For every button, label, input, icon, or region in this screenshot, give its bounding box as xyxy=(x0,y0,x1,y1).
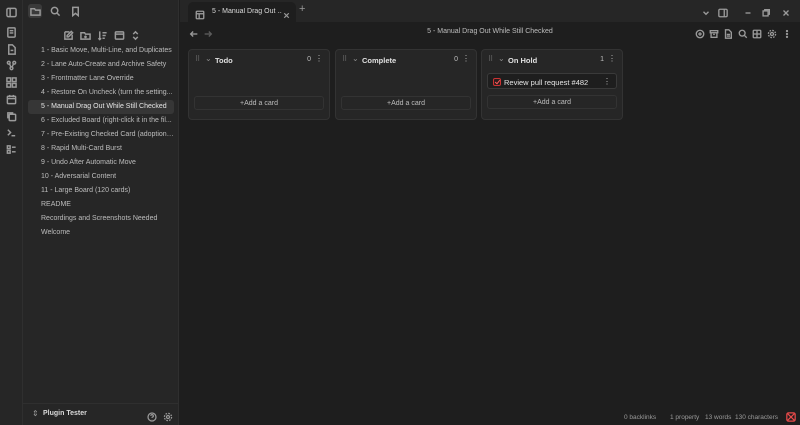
lane-title[interactable]: Complete xyxy=(362,56,396,65)
open-as-markdown-icon[interactable] xyxy=(723,26,734,39)
lane-card-count: 0 xyxy=(454,56,458,63)
file-list-item[interactable]: Recordings and Screenshots Needed xyxy=(28,212,174,226)
file-list: 1 - Basic Move, Multi-Line, and Duplicat… xyxy=(28,44,174,240)
calendar-icon[interactable] xyxy=(5,93,18,106)
tab-title: 5 - Manual Drag Out ... xyxy=(212,8,282,15)
sidebar-header xyxy=(23,0,179,22)
file-list-item[interactable]: 6 - Excluded Board (right-click it in th… xyxy=(28,114,174,128)
view-title: 5 - Manual Drag Out While Still Checked xyxy=(427,28,553,35)
file-list-item[interactable]: Welcome xyxy=(28,226,174,240)
board-settings-gear-icon[interactable] xyxy=(767,26,778,39)
daily-note-icon[interactable] xyxy=(5,26,18,39)
chevron-down-icon[interactable]: ⌄ xyxy=(352,54,359,63)
lane-on-hold[interactable]: ⠿ ⌄ On Hold 1 ⋮ Review pull request #482… xyxy=(481,49,623,120)
close-window-icon[interactable] xyxy=(781,5,792,16)
chevron-down-icon[interactable]: ⌄ xyxy=(498,54,505,63)
right-sidebar-toggle-icon[interactable] xyxy=(718,5,729,18)
file-list-item[interactable]: 11 - Large Board (120 cards) xyxy=(28,184,174,198)
add-card-button[interactable]: +Add a card xyxy=(341,96,471,110)
file-list-item[interactable]: 2 - Lane Auto-Create and Archive Safety xyxy=(28,58,174,72)
lane-card-count: 1 xyxy=(600,56,604,63)
file-list-item[interactable]: 7 - Pre-Existing Checked Card (adoption … xyxy=(28,128,174,142)
lane-card-count: 0 xyxy=(307,56,311,63)
terminal-icon[interactable] xyxy=(5,126,18,139)
lane-complete[interactable]: ⠿ ⌄ Complete 0 ⋮ +Add a card xyxy=(335,49,477,120)
drag-handle-icon[interactable]: ⠿ xyxy=(488,55,493,63)
add-card-button[interactable]: +Add a card xyxy=(487,95,617,109)
word-count: 13 words xyxy=(705,414,732,421)
search-icon[interactable] xyxy=(48,4,62,18)
drag-handle-icon[interactable]: ⠿ xyxy=(195,55,200,63)
file-list-item[interactable]: 1 - Basic Move, Multi-Line, and Duplicat… xyxy=(28,44,174,58)
chevron-updown-icon: ⇕ xyxy=(32,409,39,418)
lane-items xyxy=(336,69,476,96)
board-view-icon[interactable] xyxy=(752,26,763,39)
file-list-item[interactable]: 8 - Rapid Multi-Card Burst xyxy=(28,142,174,156)
drag-handle-icon[interactable]: ⠿ xyxy=(342,55,347,63)
chevron-down-icon[interactable]: ⌄ xyxy=(205,54,212,63)
canvas-icon[interactable] xyxy=(5,76,18,89)
graph-view-icon[interactable] xyxy=(5,59,18,72)
file-explorer-toolbar xyxy=(23,24,179,42)
lane-header: ⠿ ⌄ Complete 0 ⋮ xyxy=(336,50,476,69)
close-icon[interactable] xyxy=(282,7,293,19)
file-list-item[interactable]: README xyxy=(28,198,174,212)
file-list-item[interactable]: 3 - Frontmatter Lane Override xyxy=(28,72,174,86)
lane-header: ⠿ ⌄ On Hold 1 ⋮ xyxy=(482,50,622,69)
new-tab-button[interactable]: + xyxy=(299,4,310,15)
add-lane-icon[interactable] xyxy=(695,26,706,39)
kanban-card[interactable]: Review pull request #482 ⋮ xyxy=(487,73,617,89)
copy-icon[interactable] xyxy=(5,110,18,123)
lane-title[interactable]: Todo xyxy=(215,56,233,65)
file-list-item[interactable]: 4 - Restore On Uncheck (turn the setting… xyxy=(28,86,174,100)
left-ribbon xyxy=(0,0,23,425)
add-card-button[interactable]: +Add a card xyxy=(194,96,324,110)
collapse-all-icon[interactable] xyxy=(112,28,126,42)
lane-todo[interactable]: ⠿ ⌄ Todo 0 ⋮ +Add a card xyxy=(188,49,330,120)
bookmark-icon[interactable] xyxy=(68,4,82,18)
file-list-item[interactable]: 9 - Undo After Automatic Move xyxy=(28,156,174,170)
new-folder-icon[interactable] xyxy=(78,28,92,42)
backlinks-count[interactable]: 0 backlinks xyxy=(624,414,656,421)
folder-icon[interactable] xyxy=(28,4,42,18)
file-list-item[interactable]: 5 - Manual Drag Out While Still Checked xyxy=(28,100,174,114)
file-list-item[interactable]: 10 - Adversarial Content xyxy=(28,170,174,184)
restore-window-icon[interactable] xyxy=(761,5,772,17)
main-workspace: 5 - Manual Drag Out ... + 5 - Manual Dra… xyxy=(180,0,800,425)
property-count[interactable]: 1 property xyxy=(670,414,699,421)
archive-icon[interactable] xyxy=(709,26,720,38)
lane-header: ⠿ ⌄ Todo 0 ⋮ xyxy=(189,50,329,69)
file-explorer-sidebar: 1 - Basic Move, Multi-Line, and Duplicat… xyxy=(23,0,179,425)
vault-switcher[interactable]: ⇕ Plugin Tester xyxy=(23,403,179,425)
lane-items: Review pull request #482 ⋮ xyxy=(482,73,622,89)
minimize-icon[interactable] xyxy=(743,5,754,16)
new-note-icon[interactable] xyxy=(61,28,75,42)
kanban-board-icon xyxy=(195,7,206,20)
lane-menu-icon[interactable]: ⋮ xyxy=(608,54,616,63)
tab-bar: 5 - Manual Drag Out ... + xyxy=(180,0,800,22)
lane-menu-icon[interactable]: ⋮ xyxy=(315,54,323,63)
sidebar-toggle-icon[interactable] xyxy=(5,6,18,19)
character-count: 130 characters xyxy=(735,414,778,421)
expand-collapse-icon[interactable] xyxy=(128,28,142,42)
search-icon[interactable] xyxy=(738,26,749,39)
lane-items xyxy=(189,69,329,96)
vault-name: Plugin Tester xyxy=(43,410,87,417)
help-icon[interactable] xyxy=(147,409,158,422)
lane-menu-icon[interactable]: ⋮ xyxy=(462,54,470,63)
new-note-icon[interactable] xyxy=(5,43,18,56)
chevron-down-icon[interactable] xyxy=(701,5,712,16)
view-header: 5 - Manual Drag Out While Still Checked xyxy=(180,22,800,42)
card-title: Review pull request #482 xyxy=(504,78,589,87)
card-menu-icon[interactable]: ⋮ xyxy=(603,77,611,86)
status-bar: 0 backlinks 1 property 13 words 130 char… xyxy=(620,409,800,425)
lane-title[interactable]: On Hold xyxy=(508,56,537,65)
tab-active-note[interactable]: 5 - Manual Drag Out ... xyxy=(188,2,296,22)
checklist-icon[interactable] xyxy=(5,143,18,156)
card-checkbox[interactable] xyxy=(493,78,501,86)
settings-gear-icon[interactable] xyxy=(163,409,174,422)
sort-icon[interactable] xyxy=(95,28,109,42)
sync-status-icon[interactable] xyxy=(786,412,796,422)
more-options-icon[interactable] xyxy=(782,26,793,39)
